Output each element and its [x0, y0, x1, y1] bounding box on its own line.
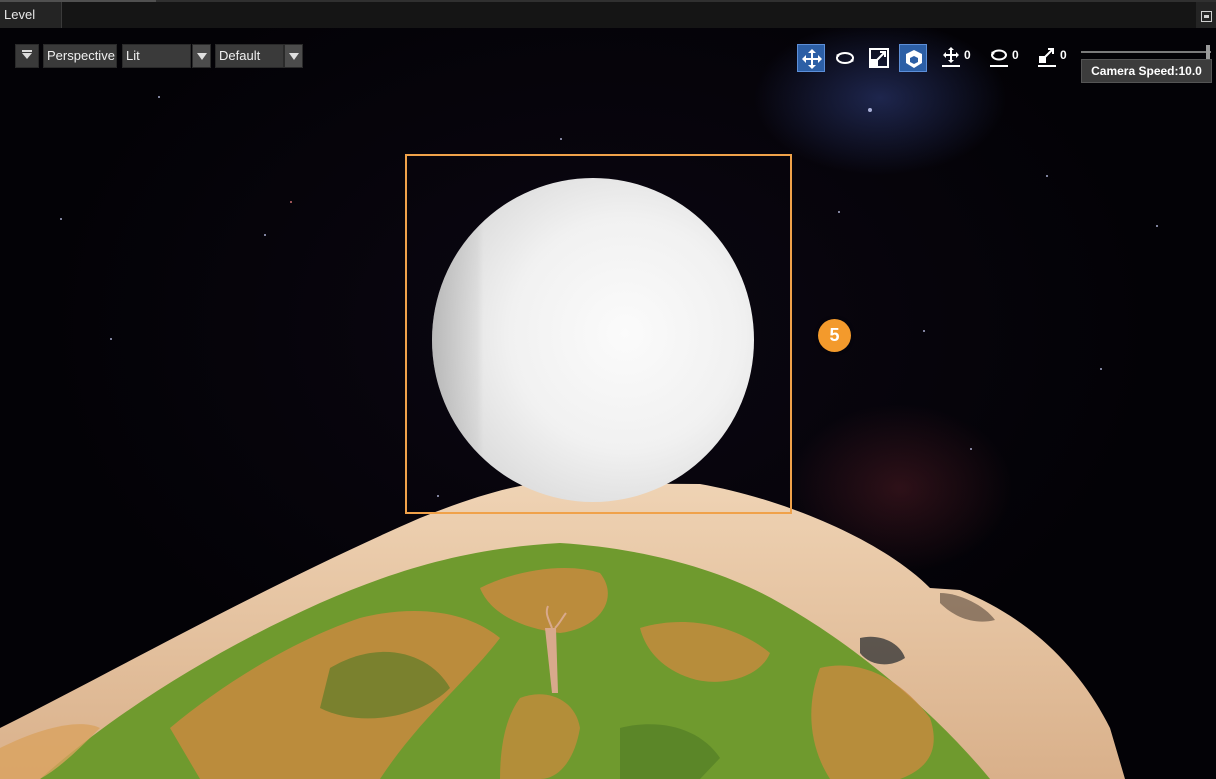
camera-speed-slider-handle[interactable]: [1206, 45, 1210, 59]
scale-snap-value: 0: [1060, 48, 1067, 62]
camera-speed-tooltip: Camera Speed:10.0: [1081, 59, 1212, 83]
selection-highlight-box: [405, 154, 792, 514]
view-mode-button[interactable]: Perspective: [43, 44, 117, 68]
chevron-down-icon[interactable]: [192, 44, 211, 68]
rotate-snap-toggle[interactable]: 0: [989, 46, 1023, 68]
rotate-snap-icon: [990, 49, 1008, 67]
dropdown-arrow-icon: [22, 53, 32, 59]
translate-snap-value: 0: [964, 48, 971, 62]
menu-bar-icon: [22, 50, 32, 52]
translate-snap-toggle[interactable]: 0: [941, 46, 975, 68]
level-tab-bar: Level: [0, 0, 1216, 28]
viewport-options-button[interactable]: [15, 44, 39, 68]
lighting-mode-value: Lit: [122, 44, 191, 68]
rotate-icon: [836, 52, 854, 64]
camera-speed-slider[interactable]: [1081, 51, 1211, 53]
tab-bar-top-border: [0, 0, 1216, 2]
panel-pin-button[interactable]: [1196, 2, 1216, 28]
rotate-snap-value: 0: [1012, 48, 1019, 62]
rotate-tool-button[interactable]: [831, 44, 859, 72]
scale-icon: [869, 48, 889, 68]
lighting-mode-select[interactable]: Lit: [122, 44, 212, 68]
annotation-badge: 5: [818, 319, 851, 352]
preset-select[interactable]: Default: [215, 44, 305, 68]
scale-tool-button[interactable]: [865, 44, 893, 72]
translate-tool-button[interactable]: [797, 44, 825, 72]
scale-snap-icon: [1038, 48, 1056, 67]
level-viewport[interactable]: 5 Perspective Lit Default 0 0 0 Camera S…: [0, 28, 1216, 779]
preset-value: Default: [215, 44, 284, 68]
tab-level[interactable]: Level: [0, 2, 62, 28]
chevron-down-icon[interactable]: [284, 44, 303, 68]
scale-snap-toggle[interactable]: 0: [1037, 46, 1071, 68]
pin-icon: [1201, 11, 1212, 22]
cube-icon: [906, 50, 922, 68]
move-arrows-icon: [802, 49, 822, 69]
world-space-toggle[interactable]: [899, 44, 927, 72]
grid-snap-icon: [942, 47, 960, 67]
